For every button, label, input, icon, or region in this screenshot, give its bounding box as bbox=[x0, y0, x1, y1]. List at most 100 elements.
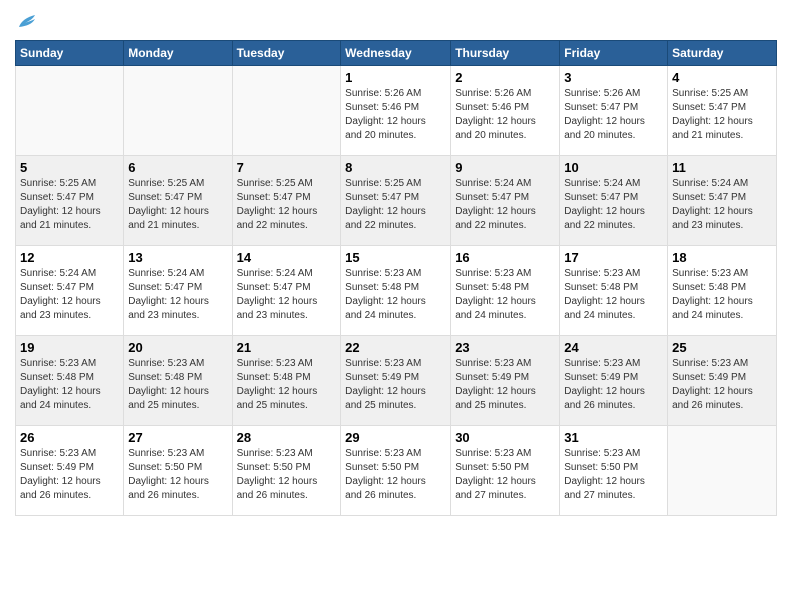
day-info: Sunrise: 5:25 AM Sunset: 5:47 PM Dayligh… bbox=[345, 177, 446, 233]
calendar-cell: 4 Sunrise: 5:25 AM Sunset: 5:47 PM Daylig… bbox=[668, 66, 777, 156]
calendar-cell bbox=[16, 66, 124, 156]
calendar-cell: 5 Sunrise: 5:25 AM Sunset: 5:47 PM Daylig… bbox=[16, 156, 124, 246]
day-info: Sunrise: 5:26 AM Sunset: 5:47 PM Dayligh… bbox=[564, 87, 663, 143]
day-number: 23 bbox=[455, 340, 555, 355]
day-info: Sunrise: 5:24 AM Sunset: 5:47 PM Dayligh… bbox=[237, 267, 337, 323]
day-number: 20 bbox=[128, 340, 227, 355]
day-number: 29 bbox=[345, 430, 446, 445]
day-header-wednesday: Wednesday bbox=[341, 41, 451, 66]
day-number: 15 bbox=[345, 250, 446, 265]
day-number: 5 bbox=[20, 160, 119, 175]
day-info: Sunrise: 5:23 AM Sunset: 5:49 PM Dayligh… bbox=[20, 447, 119, 503]
calendar-cell: 15 Sunrise: 5:23 AM Sunset: 5:48 PM Dayli… bbox=[341, 246, 451, 336]
day-info: Sunrise: 5:23 AM Sunset: 5:50 PM Dayligh… bbox=[564, 447, 663, 503]
calendar-cell bbox=[124, 66, 232, 156]
day-number: 18 bbox=[672, 250, 772, 265]
calendar-header: SundayMondayTuesdayWednesdayThursdayFrid… bbox=[16, 41, 777, 66]
day-number: 11 bbox=[672, 160, 772, 175]
calendar-cell: 13 Sunrise: 5:24 AM Sunset: 5:47 PM Dayli… bbox=[124, 246, 232, 336]
day-number: 7 bbox=[237, 160, 337, 175]
calendar-cell: 24Sunrise: 5:23 AM Sunset: 5:49 PM Dayli… bbox=[560, 336, 668, 426]
day-info: Sunrise: 5:23 AM Sunset: 5:48 PM Dayligh… bbox=[237, 357, 337, 413]
day-info: Sunrise: 5:23 AM Sunset: 5:48 PM Dayligh… bbox=[564, 267, 663, 323]
day-info: Sunrise: 5:23 AM Sunset: 5:50 PM Dayligh… bbox=[455, 447, 555, 503]
day-number: 10 bbox=[564, 160, 663, 175]
day-number: 9 bbox=[455, 160, 555, 175]
logo bbox=[15, 10, 37, 32]
week-row-2: 5 Sunrise: 5:25 AM Sunset: 5:47 PM Daylig… bbox=[16, 156, 777, 246]
day-header-tuesday: Tuesday bbox=[232, 41, 341, 66]
week-row-3: 12Sunrise: 5:24 AM Sunset: 5:47 PM Dayli… bbox=[16, 246, 777, 336]
day-header-sunday: Sunday bbox=[16, 41, 124, 66]
day-info: Sunrise: 5:24 AM Sunset: 5:47 PM Dayligh… bbox=[564, 177, 663, 233]
day-number: 30 bbox=[455, 430, 555, 445]
calendar-cell: 23Sunrise: 5:23 AM Sunset: 5:49 PM Dayli… bbox=[451, 336, 560, 426]
calendar-cell: 22 Sunrise: 5:23 AM Sunset: 5:49 PM Dayli… bbox=[341, 336, 451, 426]
calendar-cell: 11 Sunrise: 5:24 AM Sunset: 5:47 PM Dayli… bbox=[668, 156, 777, 246]
day-info: Sunrise: 5:23 AM Sunset: 5:48 PM Dayligh… bbox=[672, 267, 772, 323]
day-number: 4 bbox=[672, 70, 772, 85]
day-number: 3 bbox=[564, 70, 663, 85]
calendar-cell: 10 Sunrise: 5:24 AM Sunset: 5:47 PM Dayli… bbox=[560, 156, 668, 246]
day-info: Sunrise: 5:24 AM Sunset: 5:47 PM Dayligh… bbox=[672, 177, 772, 233]
day-number: 22 bbox=[345, 340, 446, 355]
day-number: 2 bbox=[455, 70, 555, 85]
calendar-body: 1 Sunrise: 5:26 AM Sunset: 5:46 PM Daylig… bbox=[16, 66, 777, 516]
day-number: 13 bbox=[128, 250, 227, 265]
day-info: Sunrise: 5:26 AM Sunset: 5:46 PM Dayligh… bbox=[345, 87, 446, 143]
calendar-cell: 6Sunrise: 5:25 AM Sunset: 5:47 PM Daylig… bbox=[124, 156, 232, 246]
day-info: Sunrise: 5:24 AM Sunset: 5:47 PM Dayligh… bbox=[20, 267, 119, 323]
day-number: 14 bbox=[237, 250, 337, 265]
day-header-monday: Monday bbox=[124, 41, 232, 66]
logo-block bbox=[15, 10, 37, 32]
calendar-cell: 25Sunrise: 5:23 AM Sunset: 5:49 PM Dayli… bbox=[668, 336, 777, 426]
calendar-cell: 31Sunrise: 5:23 AM Sunset: 5:50 PM Dayli… bbox=[560, 426, 668, 516]
calendar-cell: 21 Sunrise: 5:23 AM Sunset: 5:48 PM Dayli… bbox=[232, 336, 341, 426]
calendar-cell: 12Sunrise: 5:24 AM Sunset: 5:47 PM Dayli… bbox=[16, 246, 124, 336]
day-number: 8 bbox=[345, 160, 446, 175]
day-number: 1 bbox=[345, 70, 446, 85]
day-info: Sunrise: 5:25 AM Sunset: 5:47 PM Dayligh… bbox=[237, 177, 337, 233]
day-info: Sunrise: 5:23 AM Sunset: 5:48 PM Dayligh… bbox=[128, 357, 227, 413]
calendar-table: SundayMondayTuesdayWednesdayThursdayFrid… bbox=[15, 40, 777, 516]
day-info: Sunrise: 5:23 AM Sunset: 5:50 PM Dayligh… bbox=[237, 447, 337, 503]
week-row-5: 26 Sunrise: 5:23 AM Sunset: 5:49 PM Dayli… bbox=[16, 426, 777, 516]
calendar-cell: 1 Sunrise: 5:26 AM Sunset: 5:46 PM Daylig… bbox=[341, 66, 451, 156]
calendar-cell: 18 Sunrise: 5:23 AM Sunset: 5:48 PM Dayli… bbox=[668, 246, 777, 336]
calendar-cell: 2 Sunrise: 5:26 AM Sunset: 5:46 PM Daylig… bbox=[451, 66, 560, 156]
days-header-row: SundayMondayTuesdayWednesdayThursdayFrid… bbox=[16, 41, 777, 66]
calendar-cell: 3 Sunrise: 5:26 AM Sunset: 5:47 PM Daylig… bbox=[560, 66, 668, 156]
calendar-cell: 30 Sunrise: 5:23 AM Sunset: 5:50 PM Dayli… bbox=[451, 426, 560, 516]
day-number: 16 bbox=[455, 250, 555, 265]
day-number: 27 bbox=[128, 430, 227, 445]
day-info: Sunrise: 5:25 AM Sunset: 5:47 PM Dayligh… bbox=[672, 87, 772, 143]
day-number: 28 bbox=[237, 430, 337, 445]
logo-bird-icon bbox=[17, 13, 39, 31]
calendar-cell: 14 Sunrise: 5:24 AM Sunset: 5:47 PM Dayli… bbox=[232, 246, 341, 336]
calendar-cell: 29 Sunrise: 5:23 AM Sunset: 5:50 PM Dayli… bbox=[341, 426, 451, 516]
day-info: Sunrise: 5:25 AM Sunset: 5:47 PM Dayligh… bbox=[20, 177, 119, 233]
day-info: Sunrise: 5:26 AM Sunset: 5:46 PM Dayligh… bbox=[455, 87, 555, 143]
calendar-cell: 9 Sunrise: 5:24 AM Sunset: 5:47 PM Daylig… bbox=[451, 156, 560, 246]
calendar-cell: 28 Sunrise: 5:23 AM Sunset: 5:50 PM Dayli… bbox=[232, 426, 341, 516]
calendar-cell: 19 Sunrise: 5:23 AM Sunset: 5:48 PM Dayli… bbox=[16, 336, 124, 426]
day-number: 19 bbox=[20, 340, 119, 355]
calendar-cell: 26 Sunrise: 5:23 AM Sunset: 5:49 PM Dayli… bbox=[16, 426, 124, 516]
day-info: Sunrise: 5:23 AM Sunset: 5:48 PM Dayligh… bbox=[20, 357, 119, 413]
day-number: 17 bbox=[564, 250, 663, 265]
day-header-thursday: Thursday bbox=[451, 41, 560, 66]
day-info: Sunrise: 5:23 AM Sunset: 5:49 PM Dayligh… bbox=[345, 357, 446, 413]
day-header-friday: Friday bbox=[560, 41, 668, 66]
calendar-cell: 17 Sunrise: 5:23 AM Sunset: 5:48 PM Dayli… bbox=[560, 246, 668, 336]
day-number: 26 bbox=[20, 430, 119, 445]
day-info: Sunrise: 5:23 AM Sunset: 5:50 PM Dayligh… bbox=[345, 447, 446, 503]
calendar-cell: 8 Sunrise: 5:25 AM Sunset: 5:47 PM Daylig… bbox=[341, 156, 451, 246]
day-info: Sunrise: 5:24 AM Sunset: 5:47 PM Dayligh… bbox=[128, 267, 227, 323]
calendar-cell: 16Sunrise: 5:23 AM Sunset: 5:48 PM Dayli… bbox=[451, 246, 560, 336]
calendar-cell bbox=[232, 66, 341, 156]
day-number: 21 bbox=[237, 340, 337, 355]
day-info: Sunrise: 5:23 AM Sunset: 5:50 PM Dayligh… bbox=[128, 447, 227, 503]
day-info: Sunrise: 5:23 AM Sunset: 5:48 PM Dayligh… bbox=[345, 267, 446, 323]
day-number: 6 bbox=[128, 160, 227, 175]
day-info: Sunrise: 5:24 AM Sunset: 5:47 PM Dayligh… bbox=[455, 177, 555, 233]
